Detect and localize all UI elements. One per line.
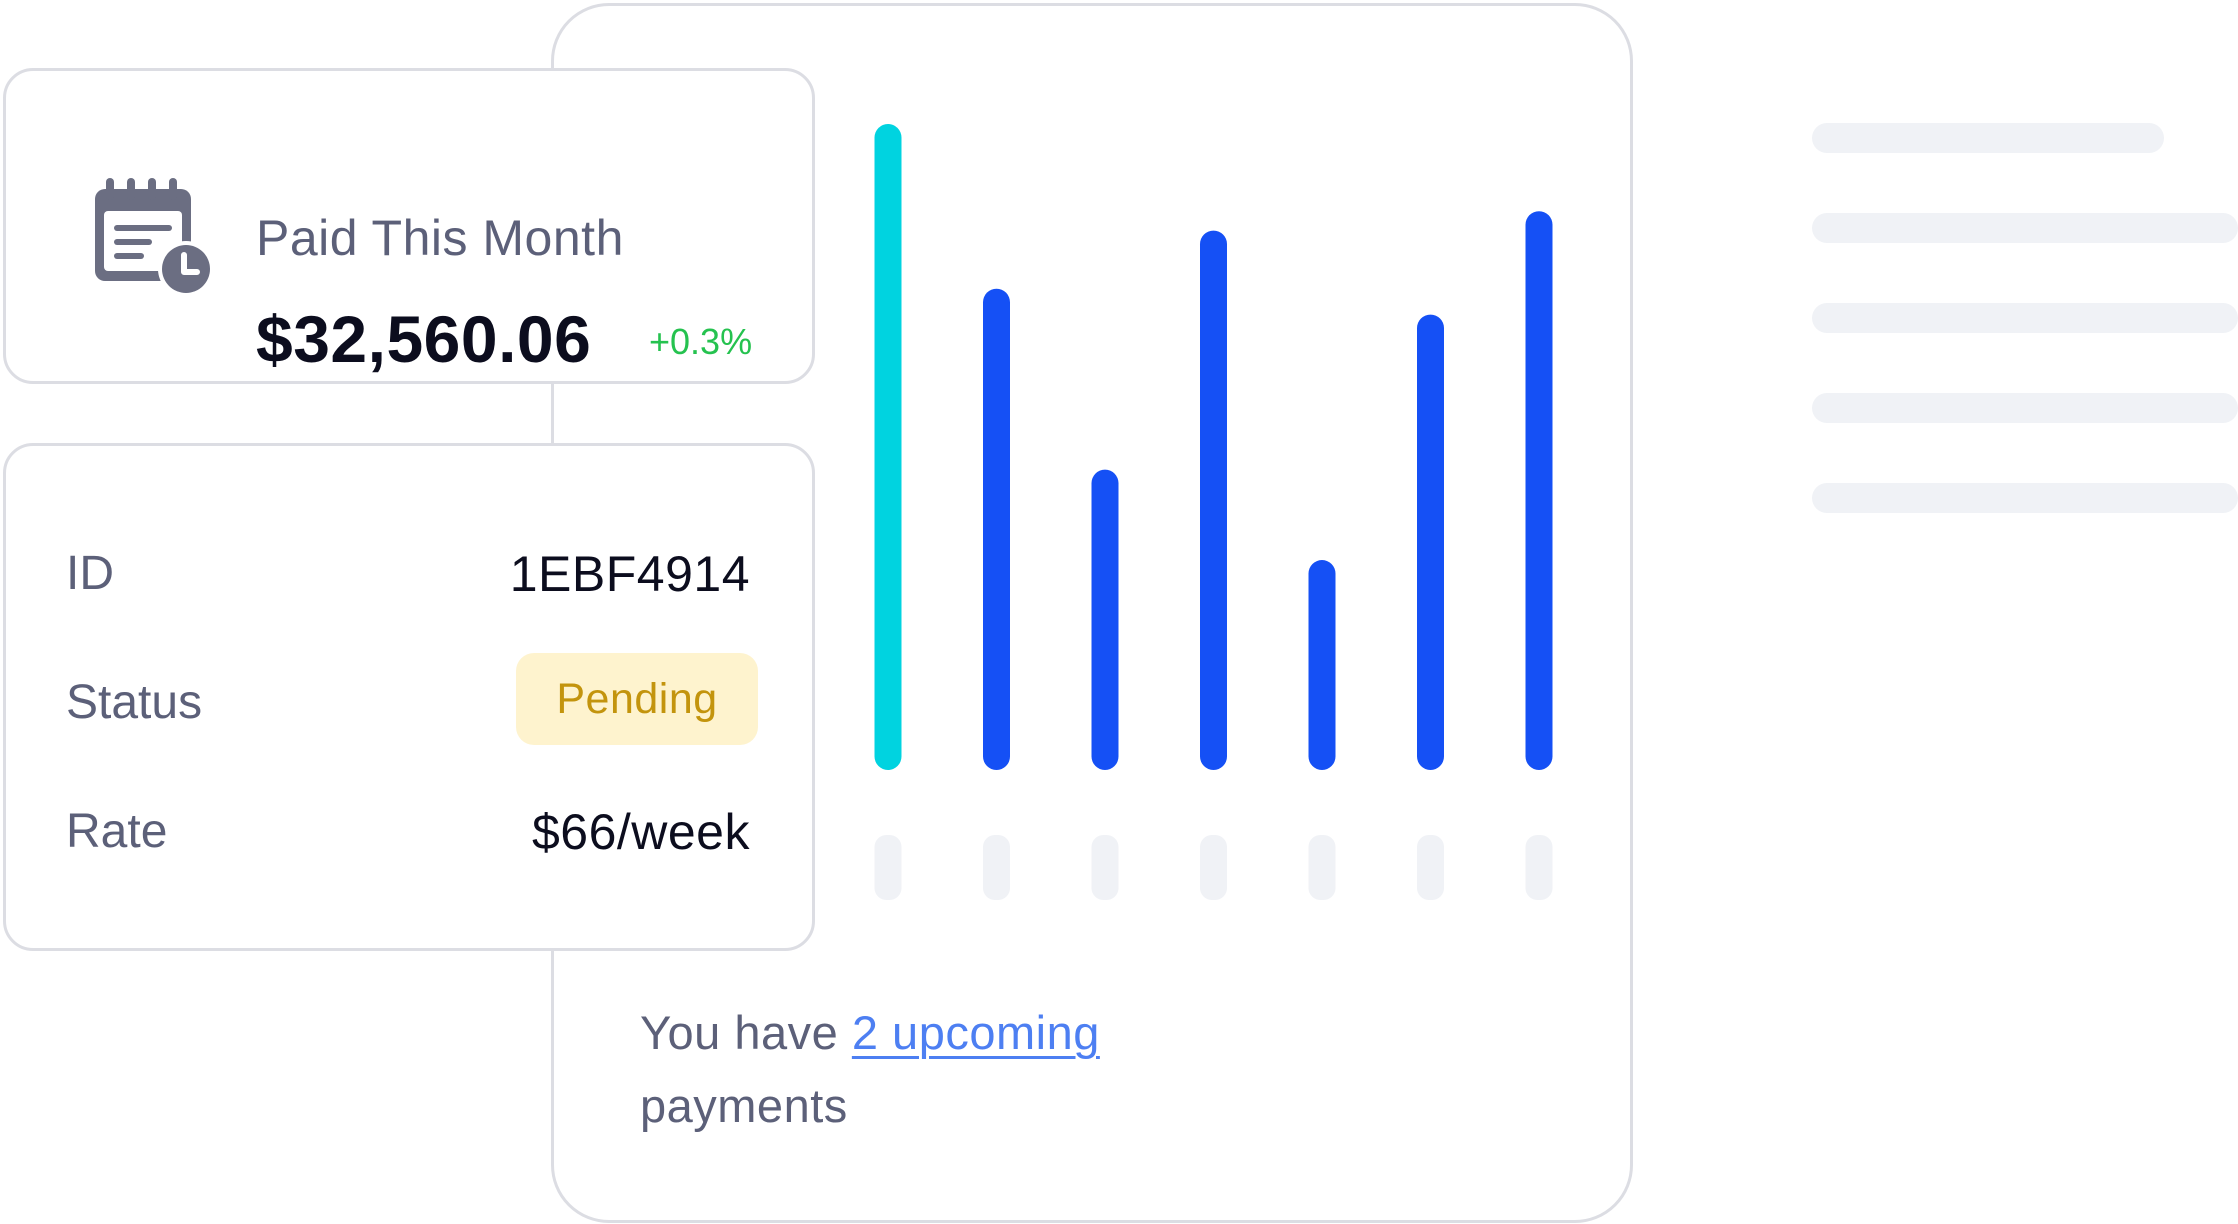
paid-amount: $32,560.06 xyxy=(256,302,592,376)
upcoming-payments-message: You have 2 upcoming payments xyxy=(640,996,1100,1142)
paid-this-month-card: Paid This Month $32,560.06 +0.3% xyxy=(3,68,815,384)
paid-this-month-title: Paid This Month xyxy=(256,210,624,266)
placeholder-line xyxy=(1812,303,2238,333)
x-axis-label-placeholder xyxy=(1525,835,1553,900)
chart-bar xyxy=(1417,314,1444,770)
x-axis-label-placeholder xyxy=(874,835,902,900)
status-label: Status xyxy=(66,676,203,729)
placeholder-line xyxy=(1812,393,2238,423)
chart-bar xyxy=(983,288,1010,770)
chart-bar xyxy=(874,124,902,770)
upcoming-prefix: You have xyxy=(640,1006,852,1059)
x-axis-label-placeholder xyxy=(983,835,1010,900)
placeholder-line xyxy=(1812,483,2238,513)
rate-value: $66/week xyxy=(531,804,750,860)
x-axis-label-placeholder xyxy=(1417,835,1444,900)
payment-details-card: ID 1EBF4914 Status Pending Rate $66/week xyxy=(3,443,815,951)
upcoming-payments-link[interactable]: 2 upcoming xyxy=(852,1006,1100,1059)
rate-label: Rate xyxy=(66,805,168,858)
id-value: 1EBF4914 xyxy=(509,546,750,602)
x-axis-label-placeholder xyxy=(1308,835,1336,900)
x-axis-label-placeholder xyxy=(1200,835,1227,900)
chart-bar xyxy=(1525,211,1553,770)
chart-bar xyxy=(1308,560,1336,770)
chart-bar xyxy=(1091,469,1119,770)
chart-bar xyxy=(1200,230,1227,771)
status-badge: Pending xyxy=(516,653,758,745)
upcoming-suffix: payments xyxy=(640,1079,848,1132)
paid-change-percent: +0.3% xyxy=(649,321,753,362)
placeholder-line xyxy=(1812,213,2238,243)
x-axis-label-placeholder xyxy=(1091,835,1119,900)
placeholder-line xyxy=(1812,123,2164,153)
id-label: ID xyxy=(66,547,114,600)
calendar-clock-icon xyxy=(95,178,214,297)
